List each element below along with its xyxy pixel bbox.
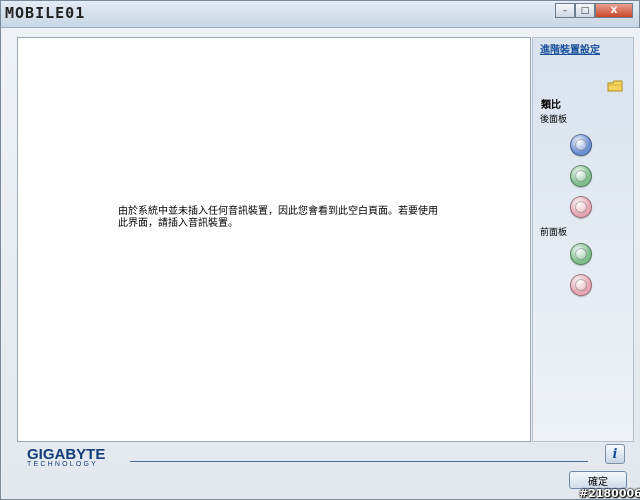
footer-divider	[130, 461, 588, 462]
title-bar[interactable]: MOBILE01 – □ X	[1, 1, 639, 28]
folder-icon[interactable]	[607, 79, 623, 93]
rear-jack-blue[interactable]	[570, 134, 592, 156]
side-panel: 進階裝置設定 類比 後面板 前面板	[532, 37, 634, 442]
front-panel-label: 前面板	[540, 228, 568, 238]
window-controls: – □ X	[555, 3, 633, 18]
info-icon[interactable]: i	[605, 444, 625, 464]
main-panel: 由於系統中並未插入任何音訊裝置，因此您會看到此空白頁面。若要使用此界面，請插入音…	[17, 37, 531, 442]
gigabyte-logo: GIGABYTE TECHNOLOGY	[27, 446, 105, 468]
rear-panel-label: 後面板	[540, 115, 568, 125]
advanced-device-settings-link[interactable]: 進階裝置設定	[540, 41, 600, 56]
front-jack-pink[interactable]	[570, 274, 592, 296]
client-area: 由於系統中並未插入任何音訊裝置，因此您會看到此空白頁面。若要使用此界面，請插入音…	[2, 28, 640, 499]
empty-state-message: 由於系統中並未插入任何音訊裝置，因此您會看到此空白頁面。若要使用此界面，請插入音…	[118, 206, 438, 229]
minimize-button[interactable]: –	[555, 3, 575, 18]
logo-sub-text: TECHNOLOGY	[27, 461, 99, 468]
close-button[interactable]: X	[595, 3, 633, 18]
rear-jack-green[interactable]	[570, 165, 592, 187]
maximize-button[interactable]: □	[575, 3, 595, 18]
front-jack-green[interactable]	[570, 243, 592, 265]
app-window: MOBILE01 – □ X 由於系統中並未插入任何音訊裝置，因此您會看到此空白…	[0, 0, 640, 500]
brand-logo: MOBILE01	[5, 4, 86, 22]
watermark: #2180006	[579, 487, 640, 500]
rear-jack-pink[interactable]	[570, 196, 592, 218]
analog-heading: 類比	[541, 100, 561, 111]
